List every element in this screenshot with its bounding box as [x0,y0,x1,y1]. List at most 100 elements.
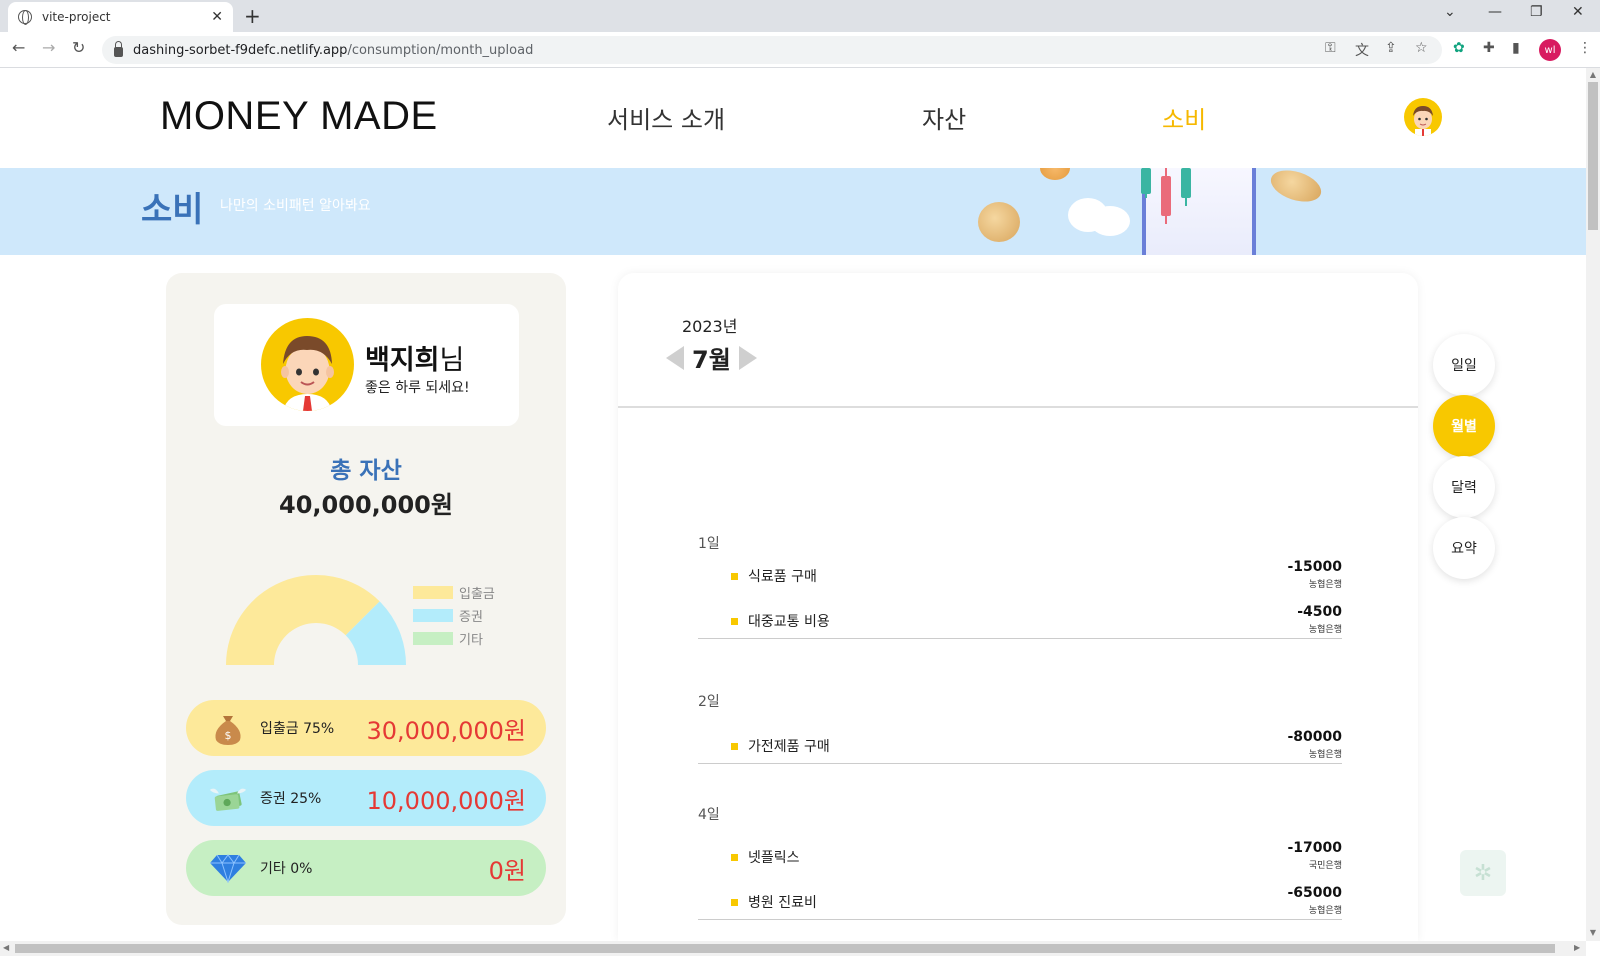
tab-close-icon[interactable]: ✕ [211,9,223,25]
profile-greeting: 좋은 하루 되세요! [365,380,470,396]
legend-swatch [413,609,453,622]
asset-pill-securities[interactable]: 증권 25% 10,000,000원 [186,770,546,826]
calendar-month: 7월 [692,346,731,374]
view-summary-button[interactable]: 요약 [1433,517,1495,579]
asset-pill-deposit[interactable]: $ 입출금 75% 30,000,000원 [186,700,546,756]
minimize-icon[interactable]: — [1488,4,1502,20]
transaction-row[interactable]: 병원 진료비 -65000 농협은행 [698,885,1342,916]
browser-tab[interactable]: vite-project ✕ [8,2,233,32]
horizontal-scrollbar[interactable]: ◀ ▶ [0,941,1586,956]
reload-icon[interactable]: ↻ [72,38,85,57]
side-panel-icon[interactable]: ▮ [1512,40,1520,56]
view-daily-button[interactable]: 일일 [1433,334,1495,396]
transaction-name: 넷플릭스 [748,850,800,866]
bullet-icon [731,854,738,861]
browser-tab-bar: vite-project ✕ + ⌄ — ❐ ✕ [0,0,1600,32]
site-header: MONEY MADE 서비스 소개 자산 소비 [0,68,1586,168]
money-bag-icon: $ [208,710,248,746]
floating-widget-icon[interactable]: ✲ [1460,850,1506,896]
url-host: dashing-sorbet-f9defc.netlify.app [133,42,348,58]
total-assets-value: 40,000,000원 [279,491,453,519]
banner-title: 소비 [141,190,204,230]
tab-title: vite-project [42,10,111,24]
chart-legend: 입출금 증권 기타 [413,581,495,650]
new-tab-button[interactable]: + [244,4,261,28]
view-monthly-button[interactable]: 월별 [1433,395,1495,457]
horizontal-scroll-thumb[interactable] [15,944,1555,953]
scroll-up-icon[interactable]: ▲ [1586,70,1600,79]
transaction-bank: 농협은행 [1308,625,1342,635]
nav-consumption[interactable]: 소비 [1162,100,1206,135]
asset-pill-label: 증권 25% [260,791,322,807]
profile-box: 백지희님 좋은 하루 되세요! [214,304,519,426]
transaction-amount: -4500 [1297,604,1342,620]
url-input[interactable]: dashing-sorbet-f9defc.netlify.app /consu… [102,36,1442,64]
next-month-button[interactable] [738,345,757,370]
transaction-amount: -65000 [1287,885,1342,901]
star-icon[interactable]: ☆ [1415,40,1428,56]
transaction-amount: -80000 [1287,729,1342,745]
profile-name-text: 백지희 [365,345,440,376]
user-avatar[interactable] [1404,98,1442,136]
asset-pill-other[interactable]: 기타 0% 0원 [186,840,546,896]
scroll-down-icon[interactable]: ▼ [1586,928,1600,937]
vertical-scrollbar[interactable]: ▲ ▼ [1586,68,1600,941]
rocket-illustration [1040,168,1070,180]
legend-label: 증권 [459,610,483,625]
profile-avatar [261,318,354,411]
bullet-icon [731,573,738,580]
transaction-row[interactable]: 넷플릭스 -17000 국민은행 [698,840,1342,885]
transaction-bank: 농협은행 [1308,906,1342,916]
asset-pill-value: 10,000,000원 [366,786,527,815]
day-divider [698,638,1342,639]
nav-assets[interactable]: 자산 [922,100,966,135]
transaction-row[interactable]: 대중교통 비용 -4500 농협은행 [698,604,1342,635]
forward-icon[interactable]: → [42,38,55,57]
translate-icon[interactable]: 文 [1355,40,1369,60]
profile-name: 백지희님 [365,338,464,377]
key-icon[interactable]: ⚿ [1325,40,1336,56]
day-group: 4일 넷플릭스 -17000 국민은행 병원 진료비 -65000 농협은행 [698,804,1342,920]
transaction-name: 병원 진료비 [748,895,817,911]
asset-pill-value: 30,000,000원 [366,716,527,745]
coin-illustration [1266,168,1326,208]
lock-icon [114,41,123,57]
nav-service-intro[interactable]: 서비스 소개 [607,100,725,135]
transaction-name: 대중교통 비용 [748,614,830,630]
scroll-left-icon[interactable]: ◀ [3,943,9,952]
day-group: 2일 가전제품 구매 -80000 농협은행 [698,691,1342,764]
scroll-right-icon[interactable]: ▶ [1574,943,1580,952]
prev-month-button[interactable] [666,345,684,370]
transaction-bank: 농협은행 [1308,580,1342,590]
calendar-year: 2023년 [682,317,738,336]
profile-name-suffix: 님 [439,345,465,376]
transaction-name: 가전제품 구매 [748,739,830,755]
menu-icon[interactable]: ⋮ [1578,40,1592,56]
legend-label: 입출금 [459,587,495,602]
legend-item: 기타 [413,627,495,650]
month-selector: 7월 [666,340,757,375]
view-calendar-button[interactable]: 달력 [1433,456,1495,518]
vertical-scroll-thumb[interactable] [1588,82,1598,230]
browser-profile-avatar[interactable]: wl [1539,39,1561,61]
restore-icon[interactable]: ❐ [1530,4,1543,20]
asset-pill-value: 0원 [488,856,526,885]
day-divider [698,919,1342,920]
bullet-icon [731,899,738,906]
site-logo[interactable]: MONEY MADE [160,94,438,139]
url-path: /consumption/month_upload [347,42,534,58]
transaction-bank: 농협은행 [1308,750,1342,760]
tab-search-icon[interactable]: ⌄ [1444,4,1456,20]
transaction-row[interactable]: 가전제품 구매 -80000 농협은행 [698,729,1342,760]
bullet-icon [731,743,738,750]
day-divider [698,763,1342,764]
transaction-row[interactable]: 식료품 구매 -15000 농협은행 [698,559,1342,604]
share-icon[interactable]: ⇪ [1385,40,1397,56]
puzzle-icon[interactable]: ✚ [1483,40,1495,56]
day-label: 4일 [698,807,720,823]
transaction-amount: -17000 [1287,840,1342,856]
extension-gpt-icon[interactable]: ✿ [1453,40,1465,56]
close-window-icon[interactable]: ✕ [1572,4,1584,20]
character-face-icon [281,336,334,411]
back-icon[interactable]: ← [12,38,25,57]
